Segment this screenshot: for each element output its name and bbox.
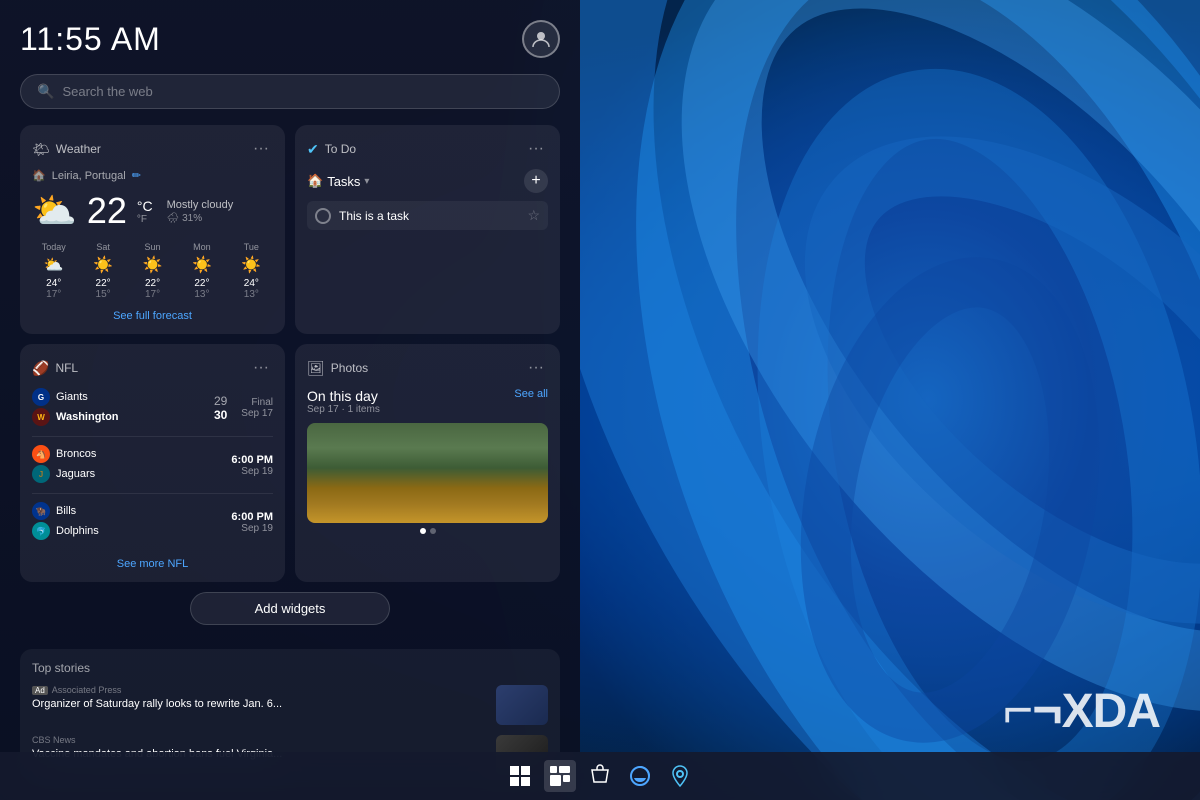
time-display: 11:55 AM [20,21,161,58]
weather-widget: 🌤 Weather ··· 🏠 Leiria, Portugal ✏ ⛅ 22 … [20,125,285,334]
broncos-name: Broncos [56,448,96,460]
photo-landscape [307,423,548,523]
widgets-grid: 🌤 Weather ··· 🏠 Leiria, Portugal ✏ ⛅ 22 … [20,125,560,582]
dolphins-logo: 🐬 [32,522,50,540]
nfl-game-2: 🐴 Broncos J Jaguars 6:00 PM Sep 19 [32,445,273,494]
weather-icon: 🌤 [32,141,50,158]
forecast-mon: Mon ☀️ 22° 13° [180,242,223,300]
search-placeholder: Search the web [62,84,152,99]
giants-name: Giants [56,391,88,403]
jaguars-logo: J [32,465,50,483]
bills-logo: 🦬 [32,502,50,520]
nfl-game-3: 🦬 Bills 🐬 Dolphins 6:00 PM Sep 19 [32,502,273,550]
photos-widget: 🖼 Photos ··· On this day Sep 17 · 1 item… [295,344,560,582]
todo-task-text: This is a task [339,209,519,223]
profile-button[interactable] [522,20,560,58]
washington-name: Washington [56,411,119,423]
story-item-1[interactable]: Ad Associated Press Organizer of Saturda… [32,685,548,725]
forecast-sun: Sun ☀️ 22° 17° [131,242,174,300]
on-this-day-title: On this day [307,388,380,404]
weather-title: Weather [56,142,101,156]
nfl-title: NFL [55,361,78,375]
widgets-taskbar-button[interactable] [544,760,576,792]
giants-logo: G [32,388,50,406]
jaguars-name: Jaguars [56,468,95,480]
todo-star-button[interactable]: ☆ [527,207,540,224]
add-widgets-label: Add widgets [255,601,326,616]
forecast-sat: Sat ☀️ 22° 15° [81,242,124,300]
story-1-source: Associated Press [52,685,122,695]
photos-icon: 🖼 [307,360,325,377]
photo-preview[interactable] [307,423,548,523]
todo-add-button[interactable]: + [524,169,548,193]
story-2-source: CBS News [32,735,76,745]
broncos-logo: 🐴 [32,445,50,463]
see-full-forecast-button[interactable]: See full forecast [32,310,273,322]
photo-dots [307,528,548,534]
top-stories-title: Top stories [32,661,548,675]
nfl-game-1: G Giants W Washington 29 30 Final [32,388,273,437]
weather-main-icon: ⛅ [32,190,77,232]
photo-dot-1 [420,528,426,534]
search-bar[interactable]: 🔍 Search the web [20,74,560,109]
add-widgets-container: Add widgets [20,592,560,637]
nfl-icon: 🏈 [32,360,49,377]
xda-watermark: ⌐¬XDA [1003,680,1160,740]
widget-panel: 11:55 AM 🔍 Search the web 🌤 Weather ··· … [0,0,580,800]
todo-checkbox[interactable] [315,208,331,224]
taskbar [0,752,1200,800]
todo-icon: ✔ [307,141,319,158]
photos-more-button[interactable]: ··· [524,356,548,380]
forecast-tue: Tue ☀️ 24° 13° [230,242,273,300]
windows-start-button[interactable] [504,760,536,792]
story-1-thumbnail [496,685,548,725]
todo-widget: ✔ To Do ··· 🏠 Tasks ▾ + This is a task ☆ [295,125,560,334]
search-icon: 🔍 [37,83,54,100]
ad-badge: Ad [32,686,48,695]
weather-forecast: Today ⛅ 24° 17° Sat ☀️ 22° 15° Sun ☀️ 22… [32,242,273,300]
nfl-more-button[interactable]: ··· [249,356,273,380]
maps-taskbar-button[interactable] [664,760,696,792]
todo-tasks-header: 🏠 Tasks ▾ + [307,169,548,193]
nfl-widget-header: 🏈 NFL ··· [32,356,273,380]
game1-scores: 29 30 [214,394,227,422]
dolphins-name: Dolphins [56,525,99,537]
photos-title: Photos [331,361,368,375]
bills-name: Bills [56,505,76,517]
washington-logo: W [32,408,50,426]
todo-title: To Do [325,142,356,156]
forecast-today: Today ⛅ 24° 17° [32,242,75,300]
photos-see-all-button[interactable]: See all [514,388,548,400]
todo-item: This is a task ☆ [307,201,548,230]
see-more-nfl-button[interactable]: See more NFL [32,558,273,570]
photo-dot-2 [430,528,436,534]
weather-widget-header: 🌤 Weather ··· [32,137,273,161]
panel-header: 11:55 AM [20,20,560,58]
add-widgets-button[interactable]: Add widgets [190,592,390,625]
weather-description: Mostly cloudy [167,199,234,211]
nfl-widget: 🏈 NFL ··· G Giants W Washington [20,344,285,582]
photos-widget-header: 🖼 Photos ··· [307,356,548,380]
weather-location: 🏠 Leiria, Portugal ✏ [32,169,273,182]
on-this-day-subtitle: Sep 17 · 1 items [307,404,380,415]
edge-taskbar-button[interactable] [624,760,656,792]
weather-main: ⛅ 22 °C °F Mostly cloudy 🌧 31% [32,190,273,232]
todo-widget-header: ✔ To Do ··· [307,137,548,161]
story-1-headline: Organizer of Saturday rally looks to rew… [32,697,488,711]
weather-more-button[interactable]: ··· [249,137,273,161]
weather-precipitation: 🌧 31% [167,213,234,224]
todo-more-button[interactable]: ··· [524,137,548,161]
store-taskbar-button[interactable] [584,760,616,792]
